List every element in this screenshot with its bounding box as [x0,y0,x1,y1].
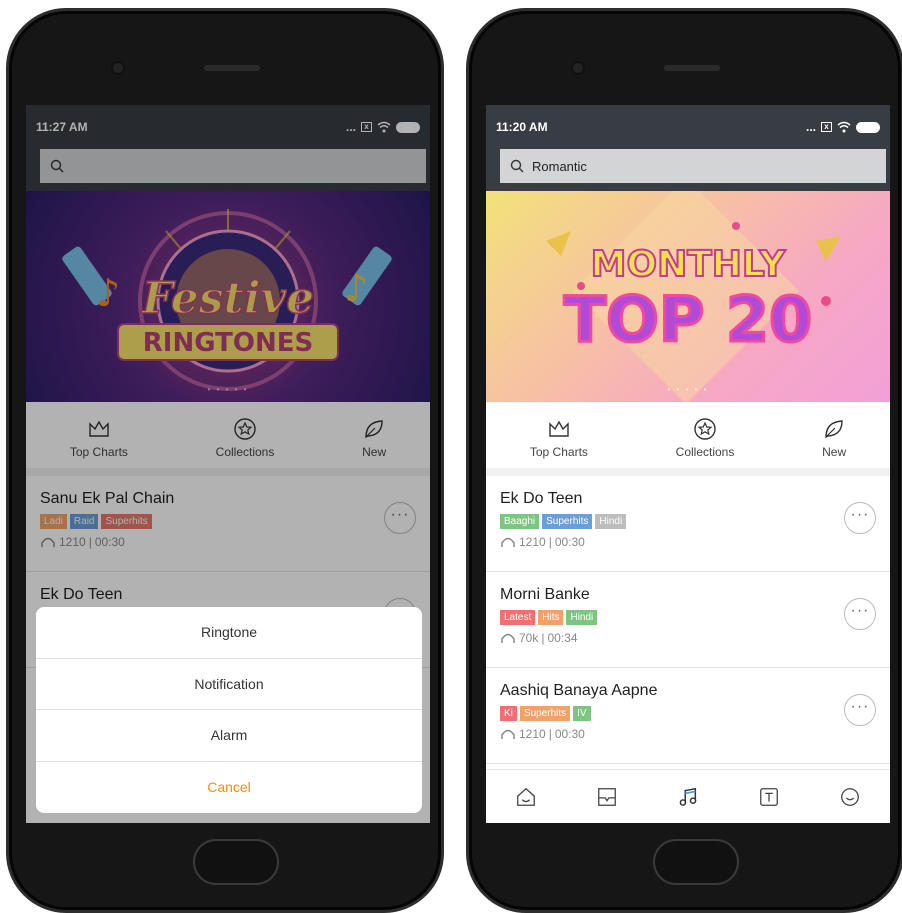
star-badge-icon [694,418,716,440]
song-tag[interactable]: Latest [500,610,536,625]
battery-icon [856,121,880,133]
song-list-item[interactable]: Aashiq Banaya Aapne Ki Superhits IV 1210… [486,668,890,764]
song-tags: Baaghi Superhits Hindi [500,514,876,529]
smiley-icon[interactable] [839,786,861,808]
no-sim-icon: x [821,122,832,132]
song-tag[interactable]: Hits [538,610,564,625]
category-row: Top Charts Collections New [486,402,890,476]
home-button[interactable] [653,839,739,885]
cancel-button[interactable]: Cancel [36,762,422,814]
banner-title-line2: TOP 20 [564,283,812,356]
category-new[interactable]: New [822,417,846,459]
earpiece-speaker [204,65,260,71]
earpiece-speaker [664,65,720,71]
song-tag[interactable]: Hindi [595,514,627,529]
search-bar-wrap: Romantic [486,149,890,191]
set-as-ringtone-option[interactable]: Ringtone [36,607,422,659]
phone-right: 11:20 AM ... x Romantic MONTHLY TOP 20 •… [466,8,902,913]
banner-title-line1: MONTHLY [591,244,787,285]
song-duration: 00:30 [554,727,585,741]
wifi-icon [837,121,851,133]
song-list-item[interactable]: Morni Banke Latest Hits Hindi 70k | 00:34… [486,572,890,668]
song-title: Aashiq Banaya Aapne [500,682,658,699]
screen-left: 11:27 AM ... x ♪ ♪ Festive RINGTONES • •… [26,105,430,823]
song-title: Morni Banke [500,586,590,603]
song-tags: Ki Superhits IV [500,706,876,721]
song-plays: 1210 [519,727,546,741]
front-camera [571,61,585,75]
headphones-icon [501,729,515,739]
song-title: Ek Do Teen [500,490,583,507]
category-label: New [822,445,847,459]
crown-icon [549,420,569,437]
song-plays: 70k [519,631,539,645]
headphones-icon [501,537,515,547]
song-tag[interactable]: Baaghi [500,514,540,529]
ringtone-action-sheet: Ringtone Notification Alarm Cancel [36,607,422,813]
screen-right: 11:20 AM ... x Romantic MONTHLY TOP 20 •… [486,105,890,823]
category-top-charts[interactable]: Top Charts [530,417,588,459]
song-tags: Latest Hits Hindi [500,610,876,625]
home-button[interactable] [193,839,279,885]
front-camera [111,61,125,75]
song-meta: 1210 | 00:30 [500,727,876,741]
home-icon[interactable] [515,786,537,808]
leaf-icon [825,420,843,439]
promo-banner[interactable]: MONTHLY TOP 20 • • • • • [486,191,890,402]
song-tag[interactable]: Hindi [566,610,598,625]
song-duration: 00:30 [554,535,585,549]
search-query: Romantic [532,158,587,174]
music-note-icon[interactable] [677,786,699,808]
inbox-icon[interactable] [596,786,618,808]
song-list-item[interactable]: Ek Do Teen Baaghi Superhits Hindi 1210 | … [486,476,890,572]
search-icon [510,159,524,173]
banner-pager-dots: • • • • • [667,385,709,394]
category-label: Collections [675,445,735,459]
song-plays: 1210 [519,535,546,549]
headphones-icon [501,633,515,643]
song-duration: 00:34 [547,631,578,645]
song-tag[interactable]: Ki [500,706,517,721]
more-options-button[interactable]: ··· [844,598,876,630]
set-as-alarm-option[interactable]: Alarm [36,710,422,762]
song-tag[interactable]: Superhits [519,706,571,721]
song-tag[interactable]: IV [573,706,591,721]
more-options-button[interactable]: ··· [844,694,876,726]
status-time: 11:20 AM [496,120,548,134]
status-dots: ... [805,120,816,134]
set-as-notification-option[interactable]: Notification [36,659,422,710]
more-options-button[interactable]: ··· [844,502,876,534]
bottom-tab-bar [486,769,890,823]
monthly-top20-banner-art: MONTHLY TOP 20 [546,191,841,402]
category-collections[interactable]: Collections [675,417,735,459]
phone-left: 11:27 AM ... x ♪ ♪ Festive RINGTONES • •… [6,8,444,913]
status-icons: ... x [806,120,880,134]
category-label: Top Charts [529,445,588,459]
song-meta: 70k | 00:34 [500,631,876,645]
status-bar: 11:20 AM ... x [486,105,890,149]
text-icon[interactable] [758,786,780,808]
search-input[interactable]: Romantic [500,149,886,183]
song-tag[interactable]: Superhits [542,514,593,529]
song-meta: 1210 | 00:30 [500,535,876,549]
